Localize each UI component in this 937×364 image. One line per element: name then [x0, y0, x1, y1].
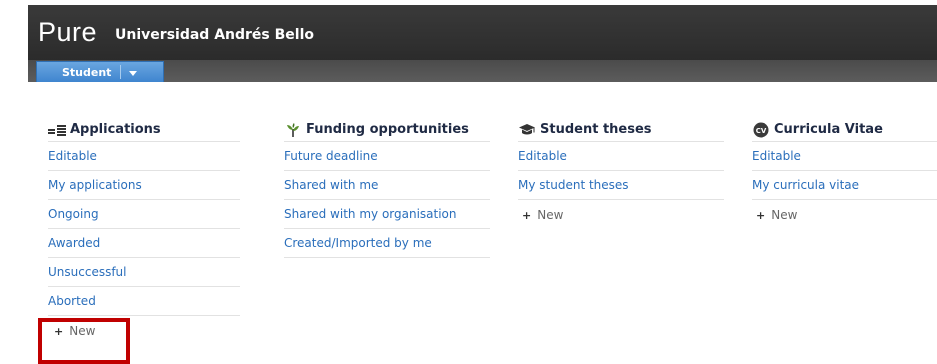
graduation-cap-icon: [518, 123, 536, 137]
new-label: New: [771, 208, 798, 222]
applications-heading[interactable]: Applications: [48, 118, 240, 142]
list-item-my-applications[interactable]: My applications: [48, 171, 240, 200]
funding-column: Funding opportunities Future deadline Sh…: [284, 118, 490, 258]
list-item-my-student-theses[interactable]: My student theses: [518, 171, 724, 200]
cv-title: Curricula Vitae: [774, 122, 883, 137]
applications-list-icon: [48, 123, 66, 137]
list-item-aborted[interactable]: Aborted: [48, 287, 240, 316]
cv-heading[interactable]: CV Curricula Vitae: [752, 118, 937, 142]
new-thesis-button[interactable]: + New: [518, 200, 724, 230]
new-label: New: [537, 208, 564, 222]
list-item-future-deadline[interactable]: Future deadline: [284, 142, 490, 171]
cv-badge-text: CV: [756, 127, 767, 135]
cv-badge-icon: CV: [752, 122, 770, 137]
list-item-created-imported[interactable]: Created/Imported by me: [284, 229, 490, 258]
role-label: Student: [62, 65, 112, 79]
funding-title: Funding opportunities: [306, 122, 469, 137]
list-item-my-curricula-vitae[interactable]: My curricula vitae: [752, 171, 937, 200]
theses-heading[interactable]: Student theses: [518, 118, 724, 142]
role-bar: Student: [28, 60, 937, 82]
list-item-editable[interactable]: Editable: [752, 142, 937, 171]
chevron-down-icon[interactable]: [129, 70, 138, 76]
list-item-shared-with-me[interactable]: Shared with me: [284, 171, 490, 200]
applications-column: Applications Editable My applications On…: [48, 118, 240, 346]
list-item-awarded[interactable]: Awarded: [48, 229, 240, 258]
list-item-unsuccessful[interactable]: Unsuccessful: [48, 258, 240, 287]
plus-icon: +: [756, 208, 766, 222]
list-item-ongoing[interactable]: Ongoing: [48, 200, 240, 229]
list-item-shared-with-organisation[interactable]: Shared with my organisation: [284, 200, 490, 229]
plus-icon: +: [522, 208, 532, 222]
theses-column: Student theses Editable My student these…: [518, 118, 724, 230]
theses-title: Student theses: [540, 122, 652, 137]
cv-column: CV Curricula Vitae Editable My curricula…: [752, 118, 937, 230]
list-item-editable[interactable]: Editable: [48, 142, 240, 171]
organisation-name: Universidad Andrés Bello: [115, 26, 315, 43]
new-cv-button[interactable]: + New: [752, 200, 937, 230]
funding-heading[interactable]: Funding opportunities: [284, 118, 490, 142]
role-switcher-tab[interactable]: Student: [36, 61, 164, 82]
funding-sprout-icon: [284, 122, 302, 137]
highlight-annotation-box: [38, 318, 130, 364]
role-separator: [120, 65, 122, 79]
pure-logo[interactable]: Pure: [38, 17, 97, 48]
applications-title: Applications: [70, 122, 161, 137]
list-item-editable[interactable]: Editable: [518, 142, 724, 171]
app-header: Pure Universidad Andrés Bello: [28, 5, 937, 60]
